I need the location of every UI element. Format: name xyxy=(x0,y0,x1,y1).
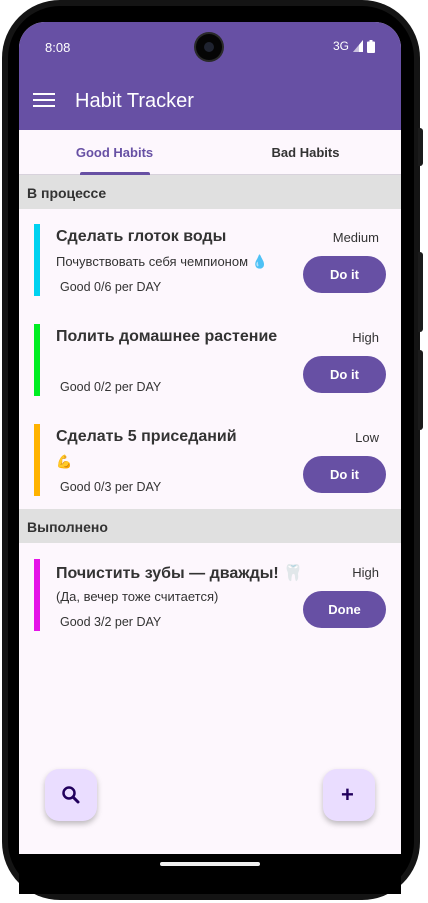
search-icon xyxy=(62,786,80,804)
done-button[interactable]: Done xyxy=(303,591,386,628)
habit-card: Сделать 5 приседаний 💪 Good 0/3 per DAY … xyxy=(19,422,401,520)
habit-title: Сделать 5 приседаний xyxy=(56,428,237,445)
add-habit-fab[interactable]: + xyxy=(323,769,375,821)
battery-icon xyxy=(367,39,375,53)
system-nav-bar xyxy=(19,854,401,894)
status-icons: 3G xyxy=(333,39,375,53)
habit-card: Почистить зубы — дважды! 🦷 (Да, вечер то… xyxy=(19,557,401,655)
tab-bad-habits-label: Bad Habits xyxy=(271,145,340,160)
hamburger-menu-icon[interactable] xyxy=(33,90,55,110)
habit-title: Сделать глоток воды xyxy=(56,228,227,245)
home-gesture-handle[interactable] xyxy=(160,862,260,866)
section-header-done: Выполнено xyxy=(19,509,401,543)
habit-priority: Medium xyxy=(332,230,379,245)
habit-color-bar xyxy=(34,324,40,396)
habit-title: Почистить зубы — дважды! 🦷 xyxy=(56,565,304,582)
tab-good-habits[interactable]: Good Habits xyxy=(19,130,210,175)
search-fab[interactable] xyxy=(45,769,97,821)
habit-progress: Good 0/3 per DAY xyxy=(60,480,162,494)
habit-progress: Good 0/2 per DAY xyxy=(60,380,162,394)
front-camera xyxy=(196,34,222,60)
habit-card: Сделать глоток воды Почувствовать себя ч… xyxy=(19,222,401,320)
signal-icon xyxy=(353,40,363,52)
tab-bar: Good Habits Bad Habits xyxy=(19,130,401,175)
habit-title: Полить домашнее растение xyxy=(56,328,278,345)
status-bar: 8:08 3G xyxy=(19,22,401,72)
habit-progress: Good 0/6 per DAY xyxy=(60,280,162,294)
habit-progress: Good 3/2 per DAY xyxy=(60,615,162,629)
habit-priority: High xyxy=(352,330,379,345)
habit-priority: High xyxy=(352,565,379,580)
do-it-button[interactable]: Do it xyxy=(303,456,386,493)
do-it-button[interactable]: Do it xyxy=(303,256,386,293)
habit-subtitle: 💪 xyxy=(56,454,73,469)
habit-subtitle: (Да, вечер тоже считается) xyxy=(56,589,219,604)
app-screen: 8:08 3G Habit Tracker Good Habits Bad Ha… xyxy=(19,22,401,854)
habit-card: Полить домашнее растение Good 0/2 per DA… xyxy=(19,322,401,420)
power-button xyxy=(418,128,423,166)
habit-priority: Low xyxy=(355,430,379,445)
habit-subtitle: Почувствовать себя чемпионом 💧 xyxy=(56,254,268,269)
top-app-bar: Habit Tracker xyxy=(19,72,401,130)
habit-color-bar xyxy=(34,424,40,496)
plus-icon: + xyxy=(341,782,354,807)
tab-good-habits-label: Good Habits xyxy=(75,145,154,160)
do-it-button[interactable]: Do it xyxy=(303,356,386,393)
status-time: 8:08 xyxy=(45,40,71,55)
volume-down-button xyxy=(418,350,423,430)
section-header-in-progress: В процессе xyxy=(19,175,401,209)
habit-color-bar xyxy=(34,224,40,296)
tab-bad-habits[interactable]: Bad Habits xyxy=(210,130,401,174)
volume-up-button xyxy=(418,252,423,332)
habit-color-bar xyxy=(34,559,40,631)
network-type: 3G xyxy=(332,39,349,53)
app-title: Habit Tracker xyxy=(75,90,194,112)
